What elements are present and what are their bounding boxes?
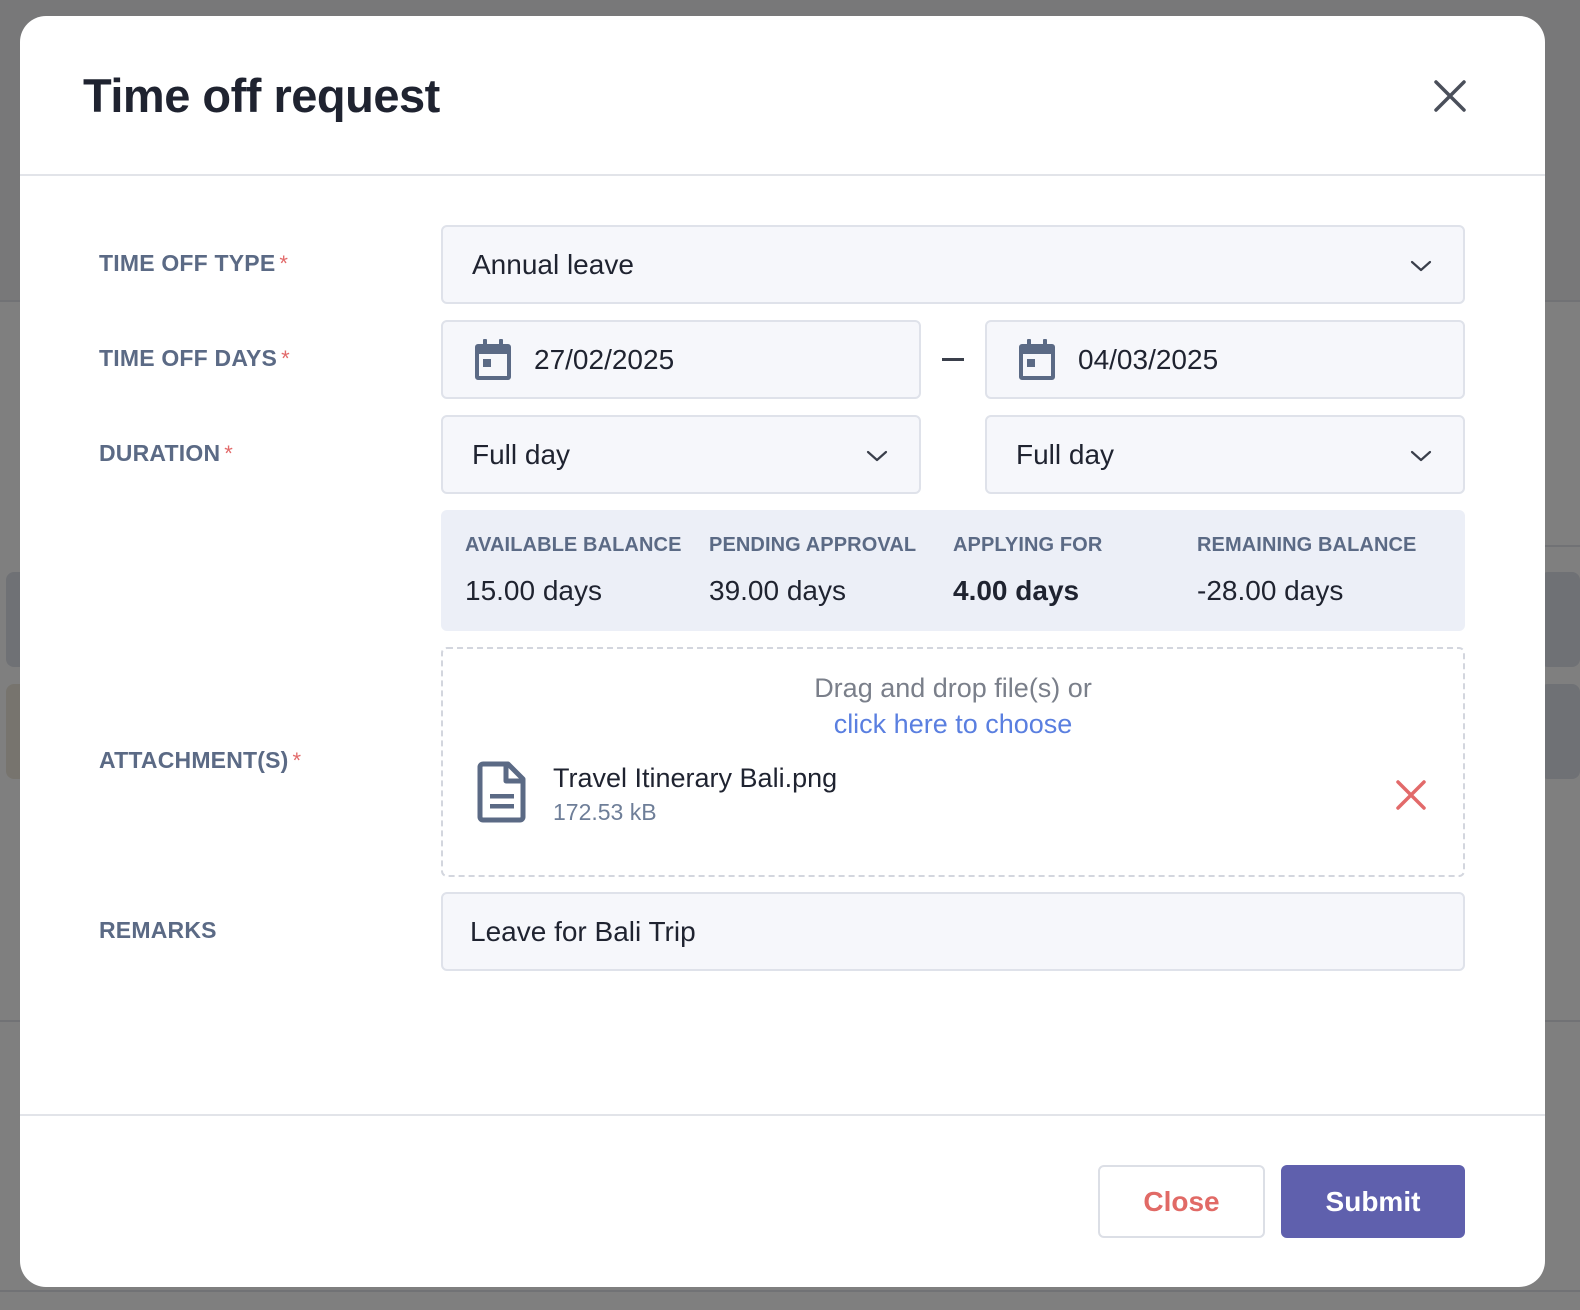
remove-attachment-icon[interactable] — [1395, 779, 1427, 811]
close-button[interactable]: Close — [1098, 1165, 1265, 1238]
applying-for: APPLYING FOR 4.00 days — [953, 534, 1102, 607]
chevron-down-icon — [1410, 450, 1432, 462]
chevron-down-icon — [1410, 260, 1432, 272]
attachment-dropzone[interactable]: Drag and drop file(s) or click here to c… — [441, 647, 1465, 877]
remarks-input[interactable]: Leave for Bali Trip — [441, 892, 1465, 971]
modal-header: Time off request — [20, 16, 1545, 176]
calendar-icon — [1019, 338, 1055, 380]
time-off-type-label: TIME OFF TYPE * — [99, 250, 289, 276]
document-icon — [477, 761, 526, 823]
choose-file-link[interactable]: click here to choose — [834, 709, 1073, 739]
pending-approval-value: 39.00 days — [709, 575, 846, 606]
date-range-separator — [942, 358, 964, 361]
available-balance: AVAILABLE BALANCE 15.00 days — [465, 534, 682, 607]
remaining-balance-value: -28.00 days — [1197, 575, 1344, 606]
end-date-input[interactable]: 04/03/2025 — [985, 320, 1465, 399]
chevron-down-icon — [866, 450, 888, 462]
start-duration-value: Full day — [472, 438, 571, 470]
modal-title: Time off request — [83, 69, 440, 122]
time-off-type-select[interactable]: Annual leave — [441, 225, 1465, 304]
end-duration-value: Full day — [1016, 438, 1115, 470]
attachment-file-name: Travel Itinerary Bali.png — [553, 763, 838, 793]
dropzone-text: Drag and drop file(s) or — [814, 673, 1092, 703]
end-duration-select[interactable]: Full day — [985, 415, 1465, 494]
time-off-type-value: Annual leave — [472, 248, 634, 280]
applying-for-value: 4.00 days — [953, 575, 1080, 606]
required-mark: * — [224, 441, 234, 466]
pending-approval: PENDING APPROVAL 39.00 days — [709, 534, 916, 607]
time-off-request-modal: Time off request TIME OFF TYPE * Annual l… — [20, 16, 1545, 1287]
attachments-label: ATTACHMENT(S) * — [99, 747, 302, 773]
time-off-days-label: TIME OFF DAYS * — [99, 345, 290, 371]
start-date-value: 27/02/2025 — [534, 343, 675, 375]
remarks-label: REMARKS — [99, 917, 217, 943]
close-icon[interactable] — [1430, 76, 1470, 116]
modal-footer-divider — [20, 1114, 1545, 1116]
duration-label: DURATION * — [99, 440, 234, 466]
remaining-balance: REMAINING BALANCE -28.00 days — [1197, 534, 1416, 607]
balance-summary: AVAILABLE BALANCE 15.00 days PENDING APP… — [441, 510, 1465, 631]
remarks-value: Leave for Bali Trip — [470, 915, 696, 947]
remaining-balance-label: REMAINING BALANCE — [1197, 534, 1417, 556]
attachment-file-size: 172.53 kB — [553, 799, 657, 825]
end-date-value: 04/03/2025 — [1078, 343, 1219, 375]
start-date-input[interactable]: 27/02/2025 — [441, 320, 921, 399]
required-mark: * — [292, 748, 302, 773]
required-mark: * — [281, 346, 290, 371]
applying-for-label: APPLYING FOR — [953, 534, 1103, 556]
calendar-icon — [475, 338, 511, 380]
pending-approval-label: PENDING APPROVAL — [709, 534, 917, 556]
available-balance-label: AVAILABLE BALANCE — [465, 534, 682, 556]
submit-button[interactable]: Submit — [1281, 1165, 1465, 1238]
start-duration-select[interactable]: Full day — [441, 415, 921, 494]
required-mark: * — [279, 251, 289, 276]
available-balance-value: 15.00 days — [465, 575, 602, 606]
